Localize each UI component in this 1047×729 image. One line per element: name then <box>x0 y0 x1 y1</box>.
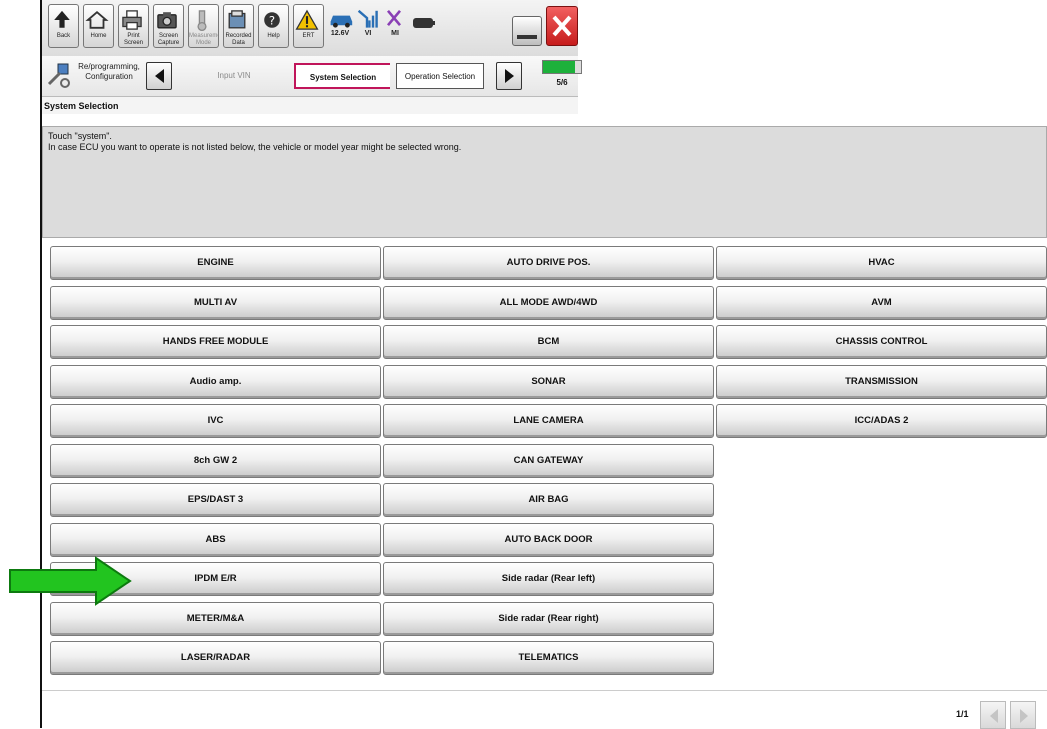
vi-status: VI <box>355 4 381 48</box>
system-button-transmission[interactable]: TRANSMISSION <box>716 364 1047 399</box>
back-button[interactable]: Back <box>48 4 79 48</box>
system-button-laser-radar[interactable]: LASER/RADAR <box>50 641 381 675</box>
highlight-arrow-icon <box>9 556 132 606</box>
navigation-bar: Re/programming, Configuration Input VIN … <box>42 56 582 96</box>
nav-forward-button[interactable] <box>496 62 522 90</box>
message-line-2: In case ECU you want to operate is not l… <box>48 142 462 152</box>
home-button[interactable]: Home <box>83 4 114 48</box>
system-button-auto-drive-pos[interactable]: AUTO DRIVE POS. <box>383 246 714 280</box>
measurement-icon <box>197 10 207 32</box>
mi-label: MI <box>391 30 399 37</box>
toolbar: Back Home Print Screen Screen Capture Me… <box>42 0 578 57</box>
disconnected-icon <box>386 9 402 27</box>
page-prev-button[interactable] <box>980 701 1006 729</box>
home-icon <box>85 11 109 29</box>
nav-back-button[interactable] <box>146 62 172 90</box>
step-progress: 5/6 <box>542 60 582 94</box>
chevron-right-icon <box>1020 709 1028 723</box>
crumb-operation-selection[interactable]: Operation Selection <box>396 63 484 89</box>
progress-fill <box>543 61 575 73</box>
signal-icon <box>357 9 378 28</box>
ert-label: ERT <box>302 33 315 39</box>
ert-button[interactable]: ERT <box>293 4 324 48</box>
svg-text:?: ? <box>269 14 275 28</box>
close-button[interactable] <box>546 6 578 46</box>
battery-status: 12.6V <box>327 4 353 48</box>
pagination-bar: 1/1 <box>42 690 1047 729</box>
screen-capture-button[interactable]: Screen Capture <box>153 4 184 48</box>
chevron-left-icon <box>155 69 164 83</box>
system-button-avm[interactable]: AVM <box>716 285 1047 320</box>
measurement-mode-label: Measurement Mode <box>189 33 218 46</box>
chevron-left-icon <box>990 709 998 723</box>
mi-status: MI <box>382 4 408 48</box>
system-button-sonar[interactable]: SONAR <box>383 364 714 399</box>
system-button-hvac[interactable]: HVAC <box>716 246 1047 280</box>
reprogramming-icon <box>47 63 70 88</box>
system-button-hands-free-module[interactable]: HANDS FREE MODULE <box>50 325 381 359</box>
vi-label: VI <box>364 30 372 37</box>
minimize-button[interactable] <box>512 16 542 46</box>
home-label: Home <box>90 33 107 39</box>
help-icon: ? <box>264 12 280 28</box>
system-button-telematics[interactable]: TELEMATICS <box>383 641 714 675</box>
recorded-data-icon <box>228 10 246 29</box>
page-indicator: 1/1 <box>956 709 969 719</box>
close-icon <box>552 15 572 37</box>
system-button-bcm[interactable]: BCM <box>383 325 714 359</box>
voltage-value: 12.6V <box>330 30 350 37</box>
help-label: Help <box>267 33 280 39</box>
printer-icon <box>122 10 142 30</box>
system-button-ivc[interactable]: IVC <box>50 404 381 438</box>
crumb-input-vin[interactable]: Input VIN <box>178 63 290 89</box>
help-button[interactable]: ? Help <box>258 4 289 48</box>
page-title: System Selection <box>42 96 578 114</box>
chevron-right-icon <box>505 69 514 83</box>
system-button-8ch-gw-2[interactable]: 8ch GW 2 <box>50 443 381 478</box>
battery-icon <box>413 18 435 28</box>
print-screen-label: Print Screen <box>123 33 143 46</box>
system-button-meter-ma[interactable]: METER/M&A <box>50 601 381 636</box>
progress-bar <box>542 60 582 74</box>
print-screen-button[interactable]: Print Screen <box>118 4 149 48</box>
system-grid: ENGINE MULTI AV HANDS FREE MODULE Audio … <box>50 246 1047 679</box>
system-button-abs[interactable]: ABS <box>50 522 381 557</box>
instruction-message: Touch "system". In case ECU you want to … <box>42 126 1047 238</box>
page-next-button[interactable] <box>1010 701 1036 729</box>
system-button-audio-amp[interactable]: Audio amp. <box>50 364 381 399</box>
message-line-1: Touch "system". <box>48 131 112 141</box>
system-button-auto-back-door[interactable]: AUTO BACK DOOR <box>383 522 714 557</box>
recorded-data-label: Recorded Data <box>225 33 252 46</box>
reprogramming-label: Re/programming, Configuration <box>78 62 140 81</box>
progress-text: 5/6 <box>556 78 568 87</box>
crumb-system-selection[interactable]: System Selection <box>294 63 390 89</box>
system-button-can-gateway[interactable]: CAN GATEWAY <box>383 443 714 478</box>
system-button-side-radar-rear-right[interactable]: Side radar (Rear right) <box>383 601 714 636</box>
system-button-air-bag[interactable]: AIR BAG <box>383 483 714 517</box>
recorded-data-button[interactable]: Recorded Data <box>223 4 254 48</box>
system-button-multi-av[interactable]: MULTI AV <box>50 285 381 320</box>
measurement-mode-button[interactable]: Measurement Mode <box>188 4 219 48</box>
camera-icon <box>157 12 177 29</box>
screen-capture-label: Screen Capture <box>157 33 180 46</box>
back-arrow-icon <box>54 10 70 28</box>
system-button-chassis-control[interactable]: CHASSIS CONTROL <box>716 325 1047 359</box>
system-button-side-radar-rear-left[interactable]: Side radar (Rear left) <box>383 562 714 596</box>
system-button-eps-dast-3[interactable]: EPS/DAST 3 <box>50 483 381 517</box>
minimize-icon <box>517 35 537 39</box>
system-button-engine[interactable]: ENGINE <box>50 246 381 280</box>
car-icon <box>330 15 353 28</box>
warning-icon <box>295 9 319 30</box>
system-button-all-mode-awd-4wd[interactable]: ALL MODE AWD/4WD <box>383 285 714 320</box>
back-label: Back <box>56 33 71 39</box>
system-button-icc-adas-2[interactable]: ICC/ADAS 2 <box>716 404 1047 438</box>
system-button-lane-camera[interactable]: LANE CAMERA <box>383 404 714 438</box>
